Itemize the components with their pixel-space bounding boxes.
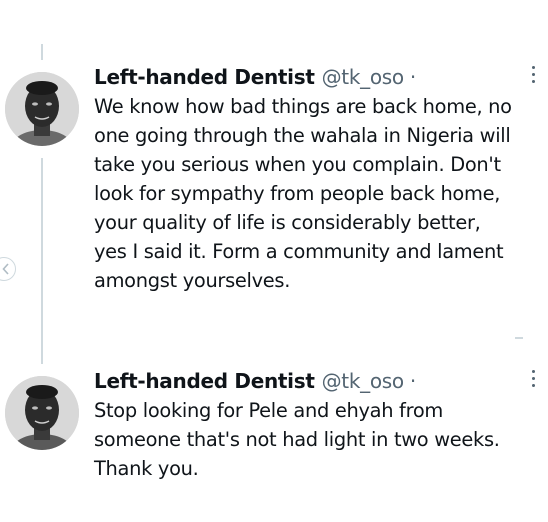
profile-photo <box>5 376 79 450</box>
carousel-back-button[interactable] <box>0 257 16 281</box>
more-options-icon[interactable] <box>530 370 536 387</box>
avatar[interactable] <box>5 72 79 146</box>
tweet-header: Left-handed Dentist @tk_oso · <box>94 366 416 396</box>
tweet-text: We know how bad things are back home, no… <box>94 92 539 295</box>
tweet-header: Left-handed Dentist @tk_oso · <box>94 62 416 92</box>
tweet-text-line: your quality of life is considerably bet… <box>94 211 481 234</box>
avatar[interactable] <box>5 376 79 450</box>
thread-connector-top <box>41 44 43 60</box>
tweet-text-line: look for sympathy from people back home, <box>94 182 501 205</box>
separator-dot: · <box>409 65 417 89</box>
author-name[interactable]: Left-handed Dentist <box>94 369 315 393</box>
author-handle[interactable]: @tk_oso <box>322 369 405 393</box>
tweet-text-line: one going through the wahala in Nigeria … <box>94 124 511 147</box>
author-name[interactable]: Left-handed Dentist <box>94 65 315 89</box>
tweet-text-line: Thank you. <box>94 457 199 480</box>
divider-mark <box>515 337 523 339</box>
tweet-text-line: amongst yourselves. <box>94 269 291 292</box>
tweet-text-line: We know how bad things are back home, no <box>94 95 512 118</box>
profile-photo <box>5 72 79 146</box>
separator-dot: · <box>409 369 417 393</box>
chevron-left-icon <box>2 263 9 275</box>
more-options-icon[interactable] <box>530 66 536 83</box>
tweet-text-line: Stop looking for Pele and ehyah from <box>94 399 443 422</box>
tweet-text-line: yes I said it. Form a community and lame… <box>94 240 504 263</box>
tweet-text-line: someone that's not had light in two week… <box>94 428 500 451</box>
thread-connector <box>41 158 43 364</box>
tweet-text: Stop looking for Pele and ehyah from som… <box>94 396 539 483</box>
tweet-text-line: take you serious when you complain. Don'… <box>94 153 501 176</box>
author-handle[interactable]: @tk_oso <box>322 65 405 89</box>
